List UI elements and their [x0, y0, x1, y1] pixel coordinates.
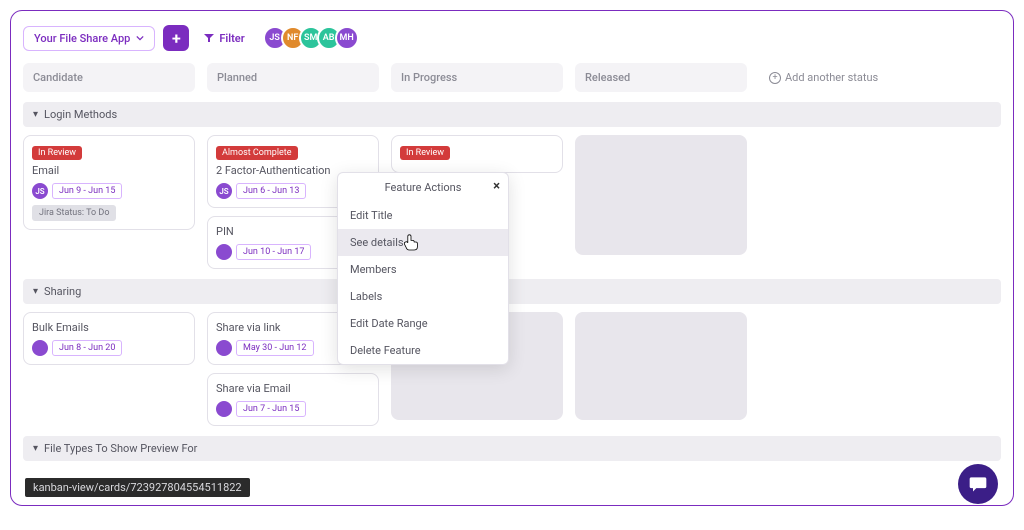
add-status-button[interactable]: +Add another status	[759, 63, 931, 92]
column-header[interactable]: In Progress	[391, 63, 563, 92]
add-button[interactable]: +	[163, 25, 189, 51]
topbar: Your File Share App + Filter JSNFSMABMH	[23, 25, 1001, 51]
swimlane-header[interactable]: ▾Sharing	[23, 279, 1001, 304]
swimlane-header[interactable]: ▾Login Methods	[23, 102, 1001, 127]
feature-card[interactable]: In Review	[391, 135, 563, 173]
context-menu-item[interactable]: Delete Feature	[338, 337, 508, 364]
avatar[interactable]: MH	[335, 26, 359, 50]
context-menu-item[interactable]: Edit Title	[338, 202, 508, 229]
cursor-hand-icon	[403, 232, 419, 252]
context-menu-item[interactable]: Members	[338, 256, 508, 283]
chat-icon	[968, 474, 988, 494]
column-cell: Bulk Emails Jun 8 - Jun 20	[23, 312, 195, 365]
card-title: Share via Email	[216, 382, 370, 395]
assignee-avatar[interactable]	[216, 340, 232, 356]
chevron-down-icon: ▾	[33, 443, 38, 454]
column-cell	[575, 135, 747, 255]
swimlanes-container: ▾Login MethodsIn ReviewEmailJSJun 9 - Ju…	[23, 102, 1001, 461]
chevron-down-icon	[136, 34, 144, 42]
avatar-stack[interactable]: JSNFSMABMH	[263, 26, 359, 50]
card-title: Bulk Emails	[32, 321, 186, 334]
date-range-pill[interactable]: May 30 - Jun 12	[236, 340, 314, 356]
assignee-avatar[interactable]: JS	[32, 183, 48, 199]
context-menu-title: Feature Actions	[385, 181, 462, 194]
swimlane-body: Bulk EmailsJun 8 - Jun 20Share via linkM…	[23, 312, 1001, 426]
plus-circle-icon: +	[769, 72, 781, 84]
filter-label: Filter	[219, 32, 244, 45]
column-cell	[575, 312, 747, 420]
assignee-avatar[interactable]	[32, 340, 48, 356]
context-menu-header: Feature Actions ×	[338, 173, 508, 202]
chevron-down-icon: ▾	[33, 109, 38, 120]
context-menu-item[interactable]: Labels	[338, 283, 508, 310]
status-badge: In Review	[32, 146, 82, 160]
jira-status-pill: Jira Status: To Do	[32, 205, 116, 221]
empty-card-placeholder[interactable]	[575, 312, 747, 420]
column-cell	[759, 312, 931, 352]
feature-card[interactable]: Bulk Emails Jun 8 - Jun 20	[23, 312, 195, 365]
context-menu-item[interactable]: See details	[338, 229, 508, 256]
date-range-pill[interactable]: Jun 10 - Jun 17	[236, 244, 311, 260]
status-badge: In Review	[400, 146, 450, 160]
column-cell: In Review	[391, 135, 563, 175]
chevron-down-icon: ▾	[33, 286, 38, 297]
column-header[interactable]: Candidate	[23, 63, 195, 92]
swimlane-header[interactable]: ▾File Types To Show Preview For	[23, 436, 1001, 461]
assignee-avatar[interactable]	[216, 244, 232, 260]
url-tooltip: kanban-view/cards/723927804554511822	[25, 478, 250, 497]
date-range-pill[interactable]: Jun 6 - Jun 13	[236, 183, 306, 199]
status-badge: Almost Complete	[216, 146, 298, 160]
chat-fab[interactable]	[958, 464, 998, 504]
close-icon[interactable]: ×	[493, 179, 500, 194]
app-frame: Your File Share App + Filter JSNFSMABMH …	[10, 10, 1014, 506]
project-name-label: Your File Share App	[34, 32, 130, 45]
column-cell	[759, 135, 931, 175]
feature-card[interactable]: Share via Email Jun 7 - Jun 15	[207, 373, 379, 426]
filter-button[interactable]: Filter	[197, 32, 250, 45]
column-header[interactable]: Released	[575, 63, 747, 92]
date-range-pill[interactable]: Jun 8 - Jun 20	[52, 340, 122, 356]
column-cell: In Review Email JSJun 9 - Jun 15 Jira Statu…	[23, 135, 195, 230]
swimlane-body: In ReviewEmailJSJun 9 - Jun 15Jira Statu…	[23, 135, 1001, 269]
context-menu: Feature Actions × Edit TitleSee detailsM…	[337, 172, 509, 365]
card-meta: JSJun 9 - Jun 15	[32, 183, 186, 199]
context-menu-item[interactable]: Edit Date Range	[338, 310, 508, 337]
card-title: Email	[32, 164, 186, 177]
assignee-avatar[interactable]: JS	[216, 183, 232, 199]
card-meta: Jun 8 - Jun 20	[32, 340, 186, 356]
card-meta: Jun 7 - Jun 15	[216, 401, 370, 417]
empty-card-placeholder[interactable]	[575, 135, 747, 255]
filter-icon	[203, 32, 215, 44]
assignee-avatar[interactable]	[216, 401, 232, 417]
date-range-pill[interactable]: Jun 7 - Jun 15	[236, 401, 306, 417]
feature-card[interactable]: In Review Email JSJun 9 - Jun 15 Jira Statu…	[23, 135, 195, 230]
columns-header-row: Candidate Planned In Progress Released +Add …	[23, 63, 1001, 92]
project-selector[interactable]: Your File Share App	[23, 26, 155, 51]
column-header[interactable]: Planned	[207, 63, 379, 92]
date-range-pill[interactable]: Jun 9 - Jun 15	[52, 183, 122, 199]
